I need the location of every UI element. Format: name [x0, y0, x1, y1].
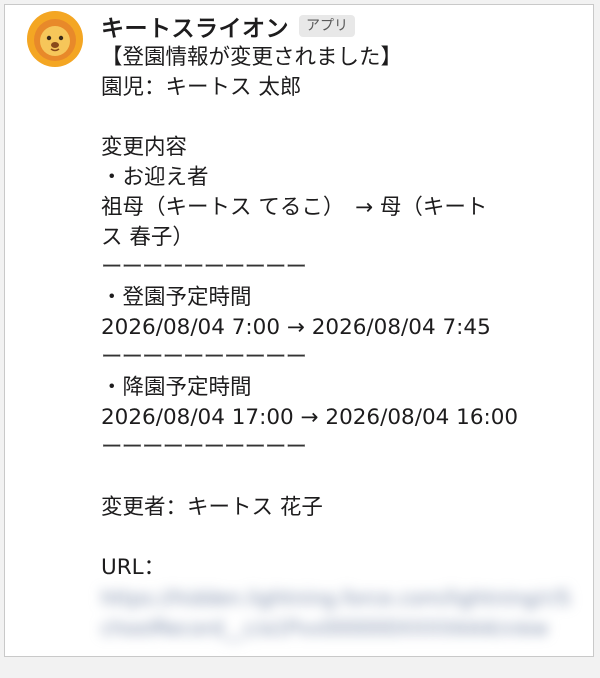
url-label: URL：: [101, 555, 166, 580]
message-header: キートスライオン アプリ: [101, 9, 355, 43]
pickup-change-line-2: ス 春子）: [101, 225, 194, 250]
arrival-label: ・登園予定時間: [101, 285, 252, 310]
message-body: 【登園情報が変更されました】 園児：キートス 太郎 変更内容 ・お迎え者 祖母（…: [101, 43, 571, 678]
changer-line: 変更者：キートス 花子: [101, 495, 323, 520]
child-name-line: 園児：キートス 太郎: [101, 75, 302, 100]
pickup-change-line-1: 祖母（キートス てるこ） → 母（キート: [101, 195, 488, 220]
divider: ーーーーーーーーーー: [101, 345, 307, 370]
arrival-change: 2026/08/04 7:00 → 2026/08/04 7:45: [101, 315, 491, 340]
message-card: キートスライオン アプリ 【登園情報が変更されました】 園児：キートス 太郎 変…: [4, 4, 594, 657]
url-value-blurred[interactable]: https://hidden.lightning.force.com/light…: [101, 583, 571, 643]
divider: ーーーーーーーーーー: [101, 255, 307, 280]
pickup-label: ・お迎え者: [101, 165, 209, 190]
changes-title: 変更内容: [101, 135, 188, 160]
message-heading: 【登園情報が変更されました】: [101, 45, 403, 70]
lion-avatar-icon[interactable]: [27, 11, 83, 67]
divider: ーーーーーーーーーー: [101, 435, 307, 460]
departure-label: ・降園予定時間: [101, 375, 252, 400]
url-row: URL：: [101, 553, 571, 583]
departure-change: 2026/08/04 17:00 → 2026/08/04 16:00: [101, 405, 519, 430]
app-badge: アプリ: [299, 15, 355, 37]
url-link[interactable]: https://hidden.lightning.force.com/light…: [101, 583, 571, 678]
sender-name[interactable]: キートスライオン: [101, 9, 289, 43]
